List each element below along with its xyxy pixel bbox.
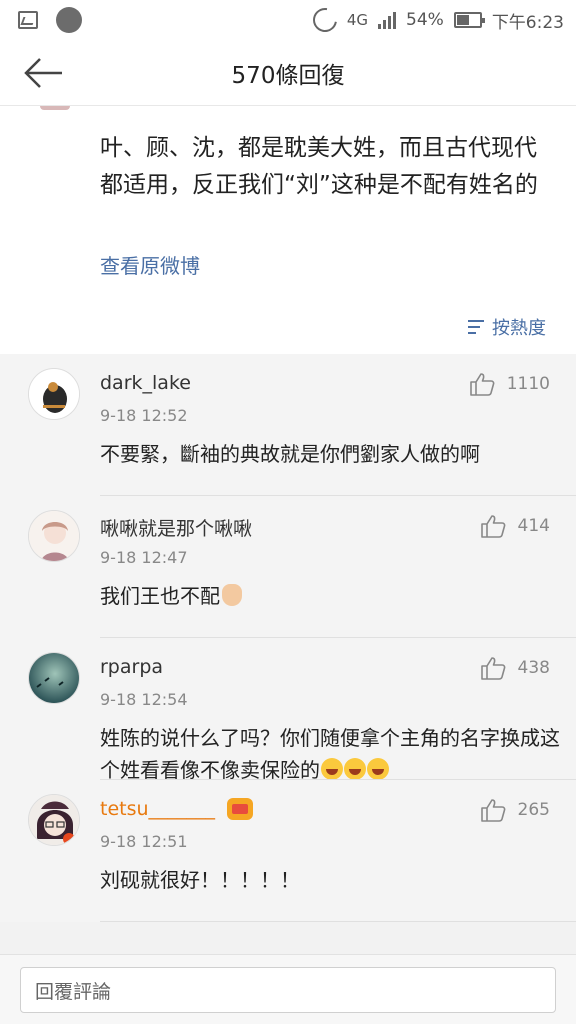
vip-username-text: tetsu_______ bbox=[100, 798, 216, 820]
post-avatar bbox=[40, 106, 70, 110]
vip-crown-icon bbox=[227, 798, 254, 820]
comment-username[interactable]: rparpa bbox=[100, 656, 163, 678]
comment-text-content: 我们王也不配 bbox=[100, 584, 220, 608]
ok-hand-emoji-icon bbox=[222, 584, 242, 606]
divider bbox=[100, 921, 576, 922]
like-button[interactable]: 438 bbox=[480, 656, 550, 680]
thumbs-up-icon bbox=[480, 799, 505, 822]
like-count: 438 bbox=[517, 658, 550, 678]
page-title: 570條回復 bbox=[231, 62, 345, 89]
like-button[interactable]: 414 bbox=[480, 514, 550, 538]
laughing-tears-emoji-icon bbox=[344, 758, 366, 780]
laughing-tears-emoji-icon bbox=[367, 758, 389, 780]
notification-dot-icon bbox=[56, 7, 82, 33]
comment-time: 9-18 12:54 bbox=[100, 690, 188, 709]
comment-username[interactable]: tetsu_______ bbox=[100, 798, 254, 820]
comment-item: tetsu_______ 9-18 12:51 265 刘砚就很好！！！！！ bbox=[0, 780, 576, 922]
sort-label: 按熱度 bbox=[492, 318, 546, 339]
thumbs-up-icon bbox=[469, 373, 495, 396]
comment-text: 我们王也不配 bbox=[100, 580, 560, 612]
title-bar: 570條回復 bbox=[0, 40, 576, 106]
battery-percent: 54% bbox=[406, 10, 444, 30]
like-count: 265 bbox=[517, 800, 550, 820]
reply-input[interactable]: 回覆評論 bbox=[20, 967, 556, 1013]
original-post: 叶、顾、沈，都是耽美大姓，而且古代现代都适用，反正我们“刘”这种是不配有姓名的 … bbox=[0, 106, 576, 354]
comment-username[interactable]: 啾啾就是那个啾啾 bbox=[100, 514, 252, 541]
comment-text: 姓陈的说什么了吗？你们随便拿个主角的名字换成这个姓看看像不像卖保险的 bbox=[100, 722, 560, 786]
thumbs-up-icon bbox=[480, 515, 505, 538]
comment-time: 9-18 12:52 bbox=[100, 406, 188, 425]
avatar[interactable] bbox=[28, 794, 80, 846]
comment-time: 9-18 12:51 bbox=[100, 832, 188, 851]
comment-text: 刘砚就很好！！！！！ bbox=[100, 868, 300, 892]
battery-icon bbox=[453, 12, 485, 28]
like-count: 1110 bbox=[506, 374, 550, 394]
comment-text: 不要緊，斷袖的典故就是你們劉家人做的啊 bbox=[100, 442, 480, 466]
reply-bar: 回覆評論 bbox=[0, 954, 576, 1024]
comment-item: dark_lake 9-18 12:52 1110 不要緊，斷袖的典故就是你們劉… bbox=[0, 354, 576, 496]
sort-toggle[interactable]: 按熱度 bbox=[468, 314, 546, 340]
back-button[interactable] bbox=[22, 54, 66, 92]
view-original-link[interactable]: 查看原微博 bbox=[100, 250, 200, 279]
signal-icon bbox=[378, 11, 397, 29]
like-button[interactable]: 1110 bbox=[469, 372, 550, 396]
sort-icon bbox=[468, 319, 488, 335]
avatar[interactable] bbox=[28, 510, 80, 562]
like-count: 414 bbox=[517, 516, 550, 536]
comment-item: 啾啾就是那个啾啾 9-18 12:47 414 我们王也不配 bbox=[0, 496, 576, 638]
status-bar: 4G 54% 下午6:23 bbox=[0, 0, 576, 40]
thumbs-up-icon bbox=[480, 657, 505, 680]
post-text: 叶、顾、沈，都是耽美大姓，而且古代现代都适用，反正我们“刘”这种是不配有姓名的 bbox=[100, 135, 538, 198]
comment-time: 9-18 12:47 bbox=[100, 548, 188, 567]
laughing-tears-emoji-icon bbox=[321, 758, 343, 780]
avatar[interactable] bbox=[28, 652, 80, 704]
do-not-disturb-icon bbox=[308, 3, 342, 37]
comment-item: rparpa 9-18 12:54 438 姓陈的说什么了吗？你们随便拿个主角的… bbox=[0, 638, 576, 782]
clock: 下午6:23 bbox=[491, 12, 564, 33]
arrow-left-icon bbox=[24, 58, 62, 88]
comment-username[interactable]: dark_lake bbox=[100, 372, 191, 394]
avatar[interactable] bbox=[28, 368, 80, 420]
image-notification-icon bbox=[18, 11, 38, 29]
comment-list: dark_lake 9-18 12:52 1110 不要緊，斷袖的典故就是你們劉… bbox=[0, 354, 576, 922]
network-type: 4G bbox=[346, 11, 369, 29]
like-button[interactable]: 265 bbox=[480, 798, 550, 822]
